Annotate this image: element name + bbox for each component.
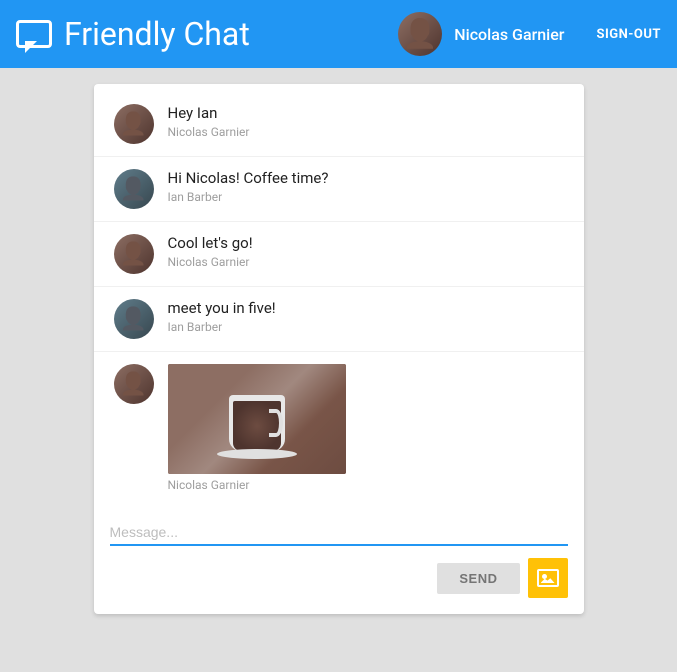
cup-handle — [269, 409, 283, 437]
chat-card: Hey Ian Nicolas Garnier Hi Nicolas! Coff… — [94, 84, 584, 614]
app-header: Friendly Chat Nicolas Garnier SIGN-OUT — [0, 0, 677, 68]
header-username: Nicolas Garnier — [454, 25, 564, 44]
avatar — [114, 169, 154, 209]
message-text: Hi Nicolas! Coffee time? — [168, 169, 564, 187]
message-text: Cool let's go! — [168, 234, 564, 252]
image-upload-button[interactable] — [528, 558, 568, 598]
list-item: Hey Ian Nicolas Garnier — [94, 92, 584, 157]
list-item: Nicolas Garnier — [94, 352, 584, 504]
message-input[interactable] — [110, 520, 568, 546]
list-item: Hi Nicolas! Coffee time? Ian Barber — [94, 157, 584, 222]
sign-out-button[interactable]: SIGN-OUT — [596, 27, 661, 42]
avatar — [114, 299, 154, 339]
message-content: Hi Nicolas! Coffee time? Ian Barber — [168, 169, 564, 204]
message-content: Nicolas Garnier — [168, 364, 564, 492]
avatar — [114, 364, 154, 404]
cup-body — [229, 395, 285, 451]
user-avatar — [398, 12, 442, 56]
coffee-cup — [212, 379, 302, 459]
input-actions: SEND — [110, 558, 568, 598]
avatar — [114, 234, 154, 274]
list-item: meet you in five! Ian Barber — [94, 287, 584, 352]
message-sender: Ian Barber — [168, 190, 564, 204]
message-content: Cool let's go! Nicolas Garnier — [168, 234, 564, 269]
chat-icon — [16, 20, 52, 48]
message-sender: Nicolas Garnier — [168, 478, 564, 492]
header-user-section: Nicolas Garnier SIGN-OUT — [398, 12, 661, 56]
message-content: Hey Ian Nicolas Garnier — [168, 104, 564, 139]
message-sender: Nicolas Garnier — [168, 255, 564, 269]
message-sender: Nicolas Garnier — [168, 125, 564, 139]
input-area: SEND — [94, 512, 584, 614]
cup-saucer — [217, 449, 297, 459]
message-text: Hey Ian — [168, 104, 564, 122]
messages-list: Hey Ian Nicolas Garnier Hi Nicolas! Coff… — [94, 84, 584, 512]
send-button[interactable]: SEND — [437, 563, 519, 594]
message-image — [168, 364, 346, 474]
message-text: meet you in five! — [168, 299, 564, 317]
app-title: Friendly Chat — [64, 15, 398, 53]
avatar — [114, 104, 154, 144]
list-item: Cool let's go! Nicolas Garnier — [94, 222, 584, 287]
message-content: meet you in five! Ian Barber — [168, 299, 564, 334]
coffee-image — [168, 364, 346, 474]
message-sender: Ian Barber — [168, 320, 564, 334]
image-icon — [537, 569, 559, 587]
